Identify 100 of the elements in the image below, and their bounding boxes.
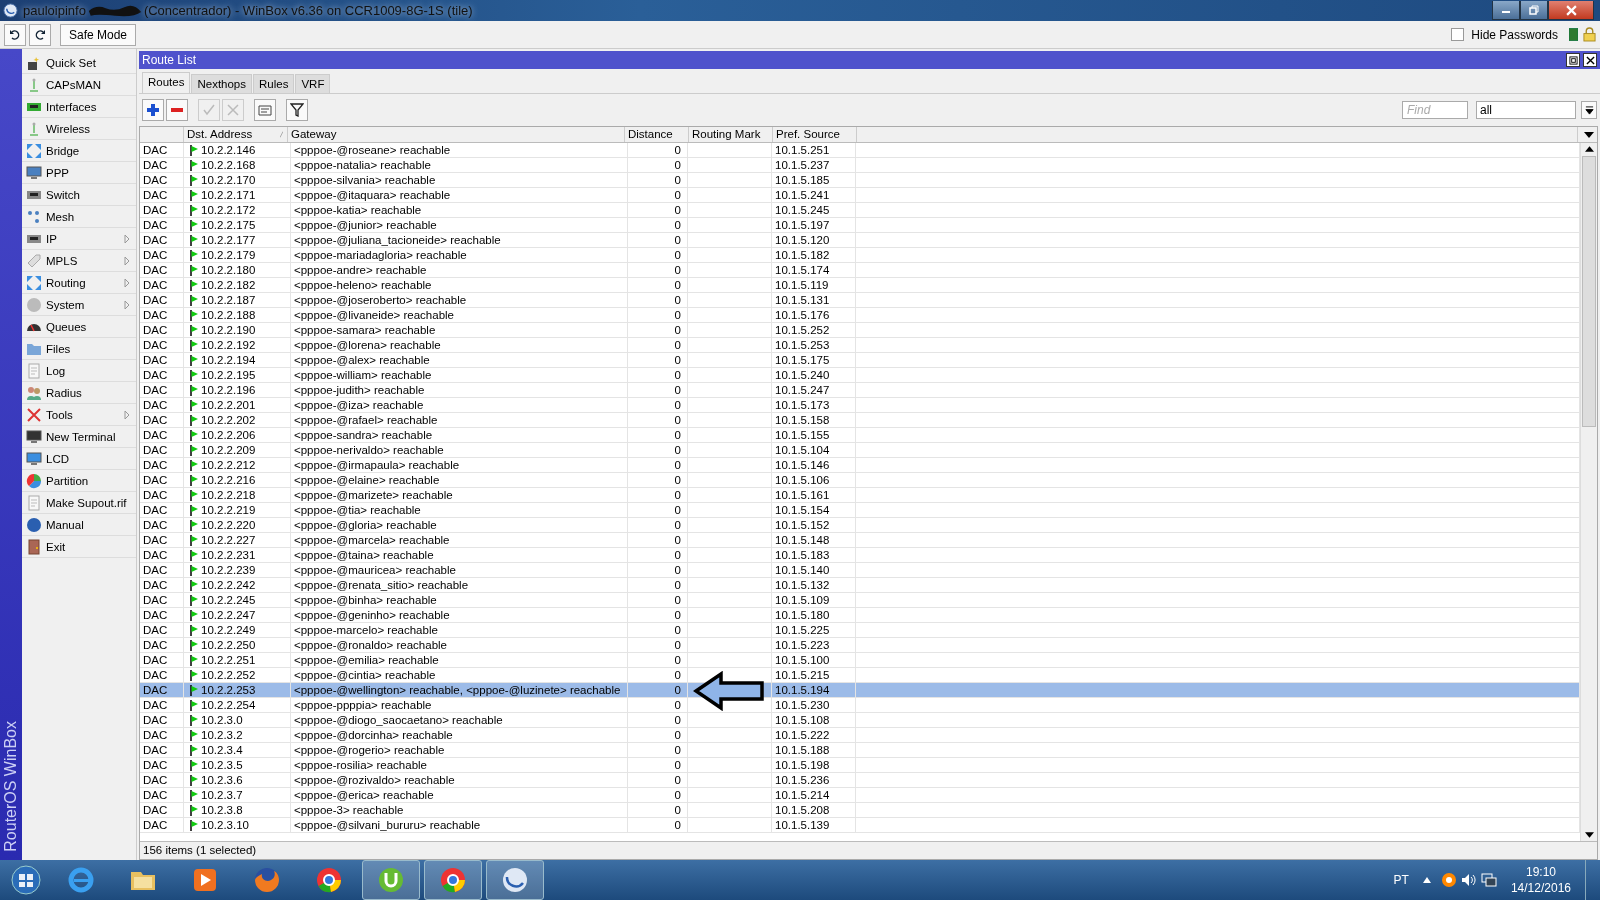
table-row[interactable]: DAC 10.2.2.196 <pppoe-judith> reachable 0 10.1.5.247 xyxy=(140,383,1580,398)
menu-item[interactable]: Files xyxy=(22,338,136,360)
filter-button[interactable] xyxy=(286,99,308,121)
table-row[interactable]: DAC 10.2.2.251 <pppoe-@emilia> reachable 0 10.1.5.100 xyxy=(140,653,1580,668)
tray-expand-icon[interactable] xyxy=(1422,877,1431,883)
table-row[interactable]: DAC 10.2.2.168 <pppoe-natalia> reachable 0 10.1.5.237 xyxy=(140,158,1580,173)
table-row[interactable]: DAC 10.2.2.171 <pppoe-@itaquara> reachable 0 10.1.5.241 xyxy=(140,188,1580,203)
table-row[interactable]: DAC 10.2.3.10 <pppoe-@silvani_bururu> reachable 0 10.1.5.139 xyxy=(140,818,1580,833)
torrent-icon[interactable] xyxy=(362,860,420,900)
table-row[interactable]: DAC 10.2.2.182 <pppoe-heleno> reachable 0 10.1.5.119 xyxy=(140,278,1580,293)
menu-item[interactable]: Make Supout.rif xyxy=(22,492,136,514)
restore-button[interactable] xyxy=(1566,53,1580,67)
menu-item[interactable]: PPP xyxy=(22,162,136,184)
table-row[interactable]: DAC 10.2.2.192 <pppoe-@lorena> reachable 0 10.1.5.253 xyxy=(140,338,1580,353)
column-header[interactable]: Distance xyxy=(625,127,689,142)
browser-icon[interactable] xyxy=(424,860,482,900)
table-row[interactable]: DAC 10.2.2.170 <pppoe-silvania> reachable 0 10.1.5.185 xyxy=(140,173,1580,188)
table-row[interactable]: DAC 10.2.2.250 <pppoe-@ronaldo> reachable 0 10.1.5.223 xyxy=(140,638,1580,653)
table-row[interactable]: DAC 10.2.2.179 <pppoe-mariadagloria> reachable 0 10.1.5.182 xyxy=(140,248,1580,263)
winbox-icon[interactable] xyxy=(486,860,544,900)
table-row[interactable]: DAC 10.2.2.201 <pppoe-@iza> reachable 0 10.1.5.173 xyxy=(140,398,1580,413)
table-row[interactable]: DAC 10.2.2.253 <pppoe-@wellington> reachable, <pppoe-@luzinete> reachable 0 10.1.5.194 xyxy=(140,683,1580,698)
menu-item[interactable]: Exit xyxy=(22,536,136,558)
tab[interactable]: Routes xyxy=(142,72,191,93)
table-row[interactable]: DAC 10.2.2.187 <pppoe-@joseroberto> reachable 0 10.1.5.131 xyxy=(140,293,1580,308)
menu-item[interactable]: IP xyxy=(22,228,136,250)
menu-item[interactable]: Interfaces xyxy=(22,96,136,118)
table-row[interactable]: DAC 10.2.2.242 <pppoe-@renata_sitio> reachable 0 10.1.5.132 xyxy=(140,578,1580,593)
menu-item[interactable]: Routing xyxy=(22,272,136,294)
menu-item[interactable]: LCD xyxy=(22,448,136,470)
tab[interactable]: Nexthops xyxy=(191,74,253,93)
menu-item[interactable]: Queues xyxy=(22,316,136,338)
close-button[interactable] xyxy=(1583,53,1597,67)
table-row[interactable]: DAC 10.2.2.206 <pppoe-sandra> reachable 0 10.1.5.155 xyxy=(140,428,1580,443)
menu-item[interactable]: Manual xyxy=(22,514,136,536)
table-row[interactable]: DAC 10.2.2.209 <pppoe-nerivaldo> reachable 0 10.1.5.104 xyxy=(140,443,1580,458)
dropdown-button[interactable] xyxy=(1581,101,1597,119)
table-row[interactable]: DAC 10.2.2.202 <pppoe-@rafael> reachable 0 10.1.5.158 xyxy=(140,413,1580,428)
hide-passwords-checkbox[interactable] xyxy=(1451,28,1465,41)
menu-item[interactable]: Mesh xyxy=(22,206,136,228)
table-row[interactable]: DAC 10.2.2.177 <pppoe-@juliana_tacioneide> reachable 0 10.1.5.120 xyxy=(140,233,1580,248)
close-button[interactable] xyxy=(1548,1,1594,20)
table-row[interactable]: DAC 10.2.2.212 <pppoe-@irmapaula> reachable 0 10.1.5.146 xyxy=(140,458,1580,473)
column-header[interactable]: Pref. Source xyxy=(773,127,857,142)
tab[interactable]: VRF xyxy=(295,74,331,93)
network-icon[interactable] xyxy=(1480,872,1497,888)
table-row[interactable]: DAC 10.2.3.8 <pppoe-3> reachable 0 10.1.5.208 xyxy=(140,803,1580,818)
menu-item[interactable]: Bridge xyxy=(22,140,136,162)
column-header[interactable]: Routing Mark xyxy=(689,127,773,142)
table-row[interactable]: DAC 10.2.3.6 <pppoe-@rozivaldo> reachable 0 10.1.5.236 xyxy=(140,773,1580,788)
table-row[interactable]: DAC 10.2.2.227 <pppoe-@marcela> reachable 0 10.1.5.148 xyxy=(140,533,1580,548)
language-indicator[interactable]: PT xyxy=(1393,873,1409,887)
table-row[interactable]: DAC 10.2.2.175 <pppoe-@junior> reachable 0 10.1.5.197 xyxy=(140,218,1580,233)
undo-button[interactable] xyxy=(4,23,26,46)
table-row[interactable]: DAC 10.2.3.2 <pppoe-@dorcinha> reachable 0 10.1.5.222 xyxy=(140,728,1580,743)
table-row[interactable]: DAC 10.2.2.180 <pppoe-andre> reachable 0 10.1.5.174 xyxy=(140,263,1580,278)
restore-button[interactable] xyxy=(1520,1,1548,20)
remove-button[interactable] xyxy=(166,99,188,121)
column-header[interactable]: Dst. Address xyxy=(184,127,288,142)
table-row[interactable]: DAC 10.2.3.5 <pppoe-rosilia> reachable 0 10.1.5.198 xyxy=(140,758,1580,773)
redo-button[interactable] xyxy=(29,23,51,46)
table-row[interactable]: DAC 10.2.2.172 <pppoe-katia> reachable 0 10.1.5.245 xyxy=(140,203,1580,218)
menu-item[interactable]: New Terminal xyxy=(22,426,136,448)
table-row[interactable]: DAC 10.2.2.239 <pppoe-@mauricea> reachable 0 10.1.5.140 xyxy=(140,563,1580,578)
table-row[interactable]: DAC 10.2.3.0 <pppoe-@diogo_saocaetano> reachable 0 10.1.5.108 xyxy=(140,713,1580,728)
find-field[interactable]: Find xyxy=(1402,101,1468,119)
table-row[interactable]: DAC 10.2.2.249 <pppoe-marcelo> reachable 0 10.1.5.225 xyxy=(140,623,1580,638)
menu-item[interactable]: CAPsMAN xyxy=(22,74,136,96)
tab[interactable]: Rules xyxy=(253,74,295,93)
column-header[interactable]: Gateway xyxy=(288,127,625,142)
filter-dropdown[interactable]: all xyxy=(1476,101,1576,119)
speaker-icon[interactable] xyxy=(1460,872,1477,888)
menu-item[interactable]: Wireless xyxy=(22,118,136,140)
safe-mode-button[interactable]: Safe Mode xyxy=(60,23,137,46)
table-row[interactable]: DAC 10.2.2.231 <pppoe-@taina> reachable 0 10.1.5.183 xyxy=(140,548,1580,563)
table-row[interactable]: DAC 10.2.2.220 <pppoe-@gloria> reachable 0 10.1.5.152 xyxy=(140,518,1580,533)
table-row[interactable]: DAC 10.2.3.7 <pppoe-@erica> reachable 0 10.1.5.214 xyxy=(140,788,1580,803)
table-row[interactable]: DAC 10.2.2.247 <pppoe-@geninho> reachable 0 10.1.5.180 xyxy=(140,608,1580,623)
table-row[interactable]: DAC 10.2.2.188 <pppoe-@livaneide> reachable 0 10.1.5.176 xyxy=(140,308,1580,323)
table-row[interactable]: DAC 10.2.2.245 <pppoe-@binha> reachable 0 10.1.5.109 xyxy=(140,593,1580,608)
menu-item[interactable]: Quick Set xyxy=(22,52,136,74)
table-row[interactable]: DAC 10.2.2.190 <pppoe-samara> reachable 0 10.1.5.252 xyxy=(140,323,1580,338)
table-row[interactable]: DAC 10.2.2.219 <pppoe-@tia> reachable 0 10.1.5.154 xyxy=(140,503,1580,518)
table-row[interactable]: DAC 10.2.2.218 <pppoe-@marizete> reachable 0 10.1.5.161 xyxy=(140,488,1580,503)
table-row[interactable]: DAC 10.2.2.216 <pppoe-@elaine> reachable 0 10.1.5.106 xyxy=(140,473,1580,488)
table-row[interactable]: DAC 10.2.3.4 <pppoe-@rogerio> reachable 0 10.1.5.188 xyxy=(140,743,1580,758)
menu-item[interactable]: Partition xyxy=(22,470,136,492)
scrollbar[interactable] xyxy=(1580,143,1597,841)
menu-item[interactable]: Tools xyxy=(22,404,136,426)
menu-item[interactable]: MPLS xyxy=(22,250,136,272)
table-row[interactable]: DAC 10.2.2.146 <pppoe-@roseane> reachable 0 10.1.5.251 xyxy=(140,143,1580,158)
menu-item[interactable]: Switch xyxy=(22,184,136,206)
clock[interactable]: 19:10 14/12/2016 xyxy=(1510,864,1571,896)
add-button[interactable] xyxy=(142,99,164,121)
menu-item[interactable]: Log xyxy=(22,360,136,382)
tray-app-icon[interactable] xyxy=(1440,872,1457,888)
table-row[interactable]: DAC 10.2.2.194 <pppoe-@alex> reachable 0 10.1.5.175 xyxy=(140,353,1580,368)
table-row[interactable]: DAC 10.2.2.195 <pppoe-william> reachable 0 10.1.5.240 xyxy=(140,368,1580,383)
minimize-button[interactable] xyxy=(1492,1,1520,20)
menu-item[interactable]: Radius xyxy=(22,382,136,404)
